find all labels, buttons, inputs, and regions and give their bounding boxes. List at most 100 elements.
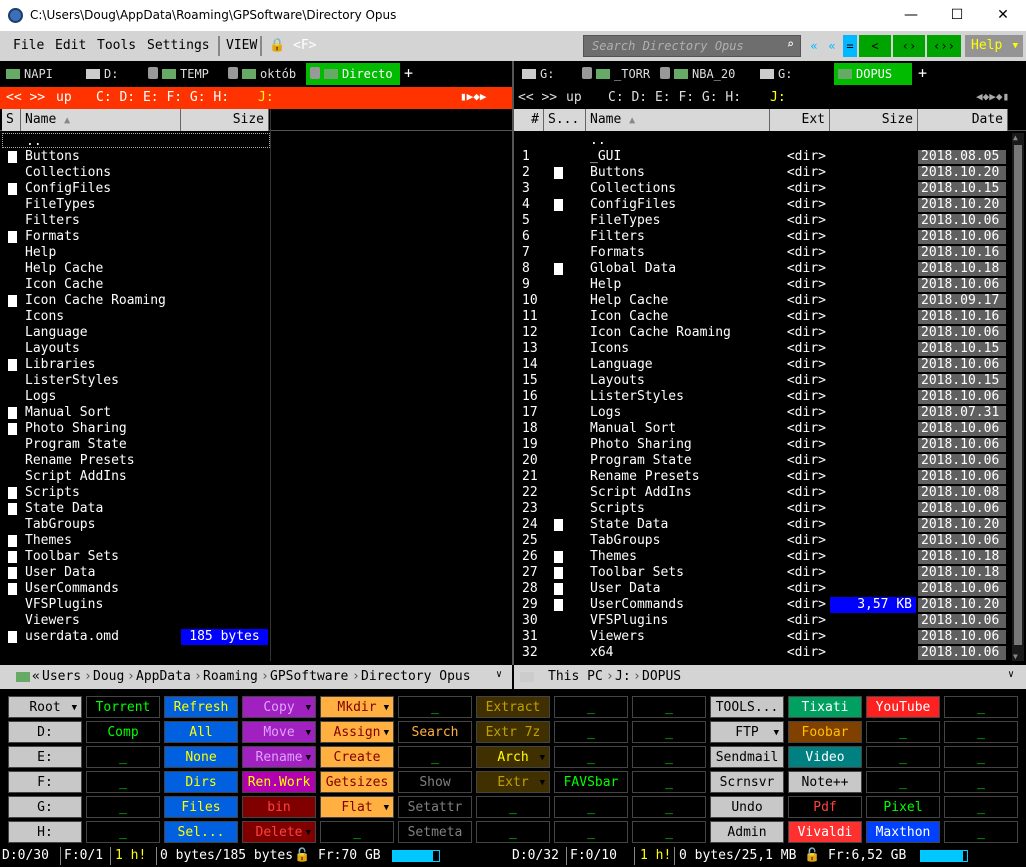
toolbar-button-empty[interactable]: _: [554, 796, 628, 818]
file-row[interactable]: 4 ConfigFiles <dir> 2018.10.20: [514, 197, 1012, 213]
scrollbar-thumb[interactable]: [1014, 145, 1022, 645]
toolbar-button-empty[interactable]: _: [554, 746, 628, 768]
file-row[interactable]: State Data: [0, 501, 512, 517]
file-row[interactable]: 14 Language <dir> 2018.10.06: [514, 357, 1012, 373]
toolbar-button-scrnsvr[interactable]: Scrnsvr: [710, 771, 784, 793]
file-row[interactable]: Help: [0, 245, 512, 261]
toolbar-button-getsizes[interactable]: Getsizes: [320, 771, 394, 793]
toolbar-button-arch[interactable]: Arch ▼: [476, 746, 550, 768]
file-row[interactable]: Formats: [0, 229, 512, 245]
pane-splitter[interactable]: [512, 61, 514, 665]
file-row[interactable]: Manual Sort: [0, 405, 512, 421]
menu-tools[interactable]: Tools: [97, 38, 136, 53]
chevron-down-icon[interactable]: ∨: [1008, 669, 1014, 680]
tab-temp[interactable]: TEMP: [144, 63, 222, 85]
toolbar-button-empty[interactable]: _: [944, 771, 1018, 793]
search-icon[interactable]: ⌕: [787, 37, 794, 51]
search-input[interactable]: Search Directory Opus ⌕: [583, 35, 801, 57]
col-date[interactable]: Date: [918, 109, 1008, 131]
col-size[interactable]: Size: [830, 109, 918, 131]
up-button[interactable]: up: [566, 90, 582, 105]
toolbar-swap2-button[interactable]: ‹››: [927, 35, 961, 57]
toolbar-button-sendmail[interactable]: Sendmail: [710, 746, 784, 768]
breadcrumb-segment[interactable]: Roaming: [203, 669, 258, 684]
breadcrumb-segment[interactable]: J:: [615, 669, 631, 684]
toolbar-button-extr-7z[interactable]: Extr 7z: [476, 721, 550, 743]
minimize-button[interactable]: —: [888, 0, 934, 31]
file-row[interactable]: Themes: [0, 533, 512, 549]
file-row[interactable]: Scripts: [0, 485, 512, 501]
menu-file[interactable]: File: [13, 38, 44, 53]
toolbar-button-root[interactable]: Root ▼: [8, 696, 82, 718]
toolbar-button-h[interactable]: H:: [8, 821, 82, 843]
breadcrumb-segment[interactable]: DOPUS: [642, 669, 681, 684]
file-row[interactable]: 30 VFSPlugins <dir> 2018.10.06: [514, 613, 1012, 629]
file-row[interactable]: 12 Icon Cache Roaming <dir> 2018.10.06: [514, 325, 1012, 341]
file-row[interactable]: 28 User Data <dir> 2018.10.06: [514, 581, 1012, 597]
file-row[interactable]: 27 Toolbar Sets <dir> 2018.10.18: [514, 565, 1012, 581]
toolbar-button-d[interactable]: D:: [8, 721, 82, 743]
chevron-down-icon[interactable]: ∨: [496, 669, 502, 680]
toolbar-button-tixati[interactable]: Tixati: [788, 696, 862, 718]
file-row[interactable]: User Data: [0, 565, 512, 581]
breadcrumb-segment[interactable]: «: [32, 669, 40, 684]
drive-buttons[interactable]: C: D: E: F: G: H:: [96, 90, 229, 105]
new-tab-button[interactable]: +: [918, 64, 927, 82]
file-row[interactable]: 1 _GUI <dir> 2018.08.05: [514, 149, 1012, 165]
tab-directory-opus[interactable]: Directo: [306, 63, 400, 85]
toolbar-button-g[interactable]: G:: [8, 796, 82, 818]
file-row[interactable]: Icon Cache: [0, 277, 512, 293]
toolbar-left-button[interactable]: <: [859, 35, 891, 57]
toolbar-button-rename[interactable]: Rename ▼: [242, 746, 316, 768]
tab-nba[interactable]: NBA_20: [656, 63, 752, 85]
help-button[interactable]: Help ▼: [965, 35, 1023, 57]
toolbar-button-comp[interactable]: Comp: [86, 721, 160, 743]
toolbar-button-empty[interactable]: _: [554, 821, 628, 843]
file-row[interactable]: 21 Rename Presets <dir> 2018.10.06: [514, 469, 1012, 485]
col-name[interactable]: Name ▲: [21, 109, 181, 131]
file-row[interactable]: Icon Cache Roaming: [0, 293, 512, 309]
file-row[interactable]: 25 TabGroups <dir> 2018.10.06: [514, 533, 1012, 549]
file-row[interactable]: Libraries: [0, 357, 512, 373]
close-button[interactable]: ✕: [980, 0, 1026, 31]
right-status-hidden[interactable]: 1 h!: [640, 848, 671, 863]
toolbar-button-mkdir[interactable]: Mkdir ▼: [320, 696, 394, 718]
tab-torr[interactable]: _TORR: [578, 63, 654, 85]
toolbar-button-empty[interactable]: _: [554, 721, 628, 743]
file-row[interactable]: Collections: [0, 165, 512, 181]
file-row[interactable]: Help Cache: [0, 261, 512, 277]
file-row[interactable]: 15 Layouts <dir> 2018.10.15: [514, 373, 1012, 389]
file-row[interactable]: Toolbar Sets: [0, 549, 512, 565]
file-row[interactable]: 13 Icons <dir> 2018.10.15: [514, 341, 1012, 357]
toolbar-button-undo[interactable]: Undo: [710, 796, 784, 818]
tab-dopus[interactable]: DOPUS: [834, 63, 912, 85]
file-row[interactable]: 9 Help <dir> 2018.10.06: [514, 277, 1012, 293]
toolbar-button-empty[interactable]: _: [944, 746, 1018, 768]
toolbar-button-copy[interactable]: Copy ▼: [242, 696, 316, 718]
file-row[interactable]: 3 Collections <dir> 2018.10.15: [514, 181, 1012, 197]
toolbar-button-e[interactable]: E:: [8, 746, 82, 768]
toolbar-button-empty[interactable]: _: [632, 721, 706, 743]
file-row[interactable]: 7 Formats <dir> 2018.10.16: [514, 245, 1012, 261]
up-button[interactable]: up: [56, 90, 72, 105]
file-row[interactable]: Script AddIns: [0, 469, 512, 485]
left-status-hidden[interactable]: 1 h!: [115, 848, 146, 863]
toolbar-button-empty[interactable]: _: [86, 771, 160, 793]
file-row[interactable]: Icons: [0, 309, 512, 325]
file-row[interactable]: 18 Manual Sort <dir> 2018.10.06: [514, 421, 1012, 437]
toolbar-button-move[interactable]: Move ▼: [242, 721, 316, 743]
file-row[interactable]: FileTypes: [0, 197, 512, 213]
toolbar-button-youtube[interactable]: YouTube: [866, 696, 940, 718]
tab-oktob[interactable]: októb: [224, 63, 304, 85]
toolbar-button-empty[interactable]: _: [944, 721, 1018, 743]
file-row[interactable]: 5 FileTypes <dir> 2018.10.06: [514, 213, 1012, 229]
breadcrumb-segment[interactable]: Directory Opus: [361, 669, 471, 684]
toolbar-button-empty[interactable]: _: [554, 696, 628, 718]
toolbar-button-empty[interactable]: _: [632, 796, 706, 818]
toolbar-button-empty[interactable]: _: [86, 821, 160, 843]
toolbar-button-empty[interactable]: _: [476, 821, 550, 843]
file-row[interactable]: 26 Themes <dir> 2018.10.18: [514, 549, 1012, 565]
scroll-down-icon[interactable]: ▼: [1013, 652, 1018, 661]
filter-toggle[interactable]: <F>: [293, 38, 316, 53]
toolbar-button-search[interactable]: Search: [398, 721, 472, 743]
